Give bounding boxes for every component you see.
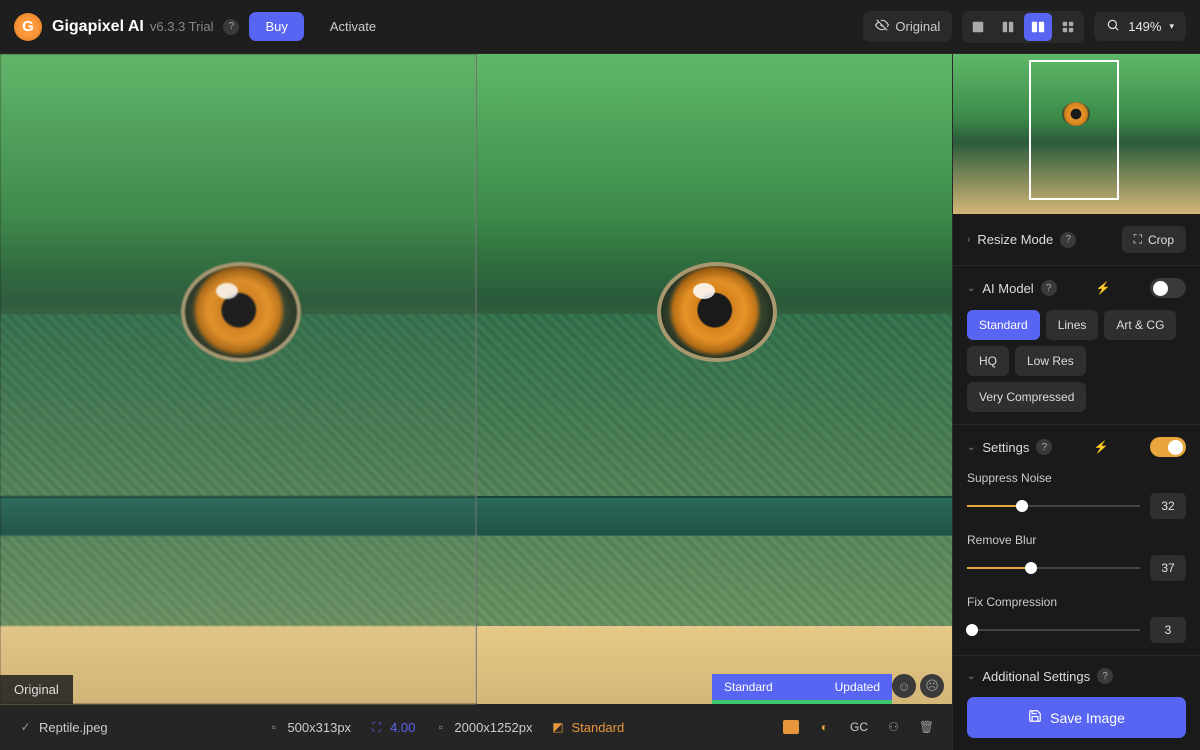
output-dims: ▫ 2000x1252px (433, 720, 532, 735)
app-name: Gigapixel AI (52, 18, 144, 36)
view-grid-button[interactable] (1054, 13, 1082, 41)
remove-blur-label: Remove Blur (967, 533, 1186, 547)
zoom-control[interactable]: 149% ▾ (1094, 12, 1186, 41)
resize-mode-header[interactable]: › Resize Mode ? ⛶ Crop (967, 226, 1186, 253)
feedback-sad-button[interactable]: ☹ (920, 674, 944, 698)
model-lines-button[interactable]: Lines (1046, 310, 1099, 340)
view-side-by-side-button[interactable] (1024, 13, 1052, 41)
gc-label: GC (850, 720, 868, 734)
filename: Reptile.jpeg (39, 720, 108, 735)
contrast-icon[interactable]: ◐ (817, 720, 832, 735)
remove-blur-value[interactable]: 37 (1150, 555, 1186, 581)
output-icon: ▫ (433, 720, 448, 735)
model-grid: Standard Lines Art & CG HQ Low Res Very … (967, 310, 1186, 412)
view-single-button[interactable] (964, 13, 992, 41)
viewport-indicator[interactable] (1029, 60, 1119, 200)
help-icon[interactable]: ? (223, 19, 239, 35)
help-icon[interactable]: ? (1097, 668, 1113, 684)
model-lowres-button[interactable]: Low Res (1015, 346, 1086, 376)
zoom-value: 149% (1128, 19, 1161, 34)
status-pill: Standard Updated (712, 674, 892, 704)
help-icon[interactable]: ? (1036, 439, 1052, 455)
buy-button[interactable]: Buy (249, 12, 303, 41)
original-dims: ▫ 500x313px (266, 720, 351, 735)
ai-model-auto-toggle[interactable] (1150, 278, 1186, 298)
pill-model-label: Standard (724, 680, 773, 694)
eye-off-icon (875, 18, 889, 35)
model-compressed-button[interactable]: Very Compressed (967, 382, 1086, 412)
expand-icon: ⛶ (369, 720, 384, 735)
original-pane (0, 54, 477, 704)
bottom-bar: ✓ Reptile.jpeg ▫ 500x313px ⛶ 4.00 ▫ 2000… (0, 704, 952, 750)
top-bar: G Gigapixel AI v6.3.3 Trial ? Buy Activa… (0, 0, 1200, 54)
additional-settings-header[interactable]: ⌄ Additional Settings ? (967, 668, 1186, 684)
chevron-down-icon: ⌄ (967, 442, 975, 453)
activate-button[interactable]: Activate (314, 12, 392, 41)
model-badge: ◩ Standard (550, 720, 624, 735)
ai-model-header[interactable]: ⌄ AI Model ? ⚡ (967, 278, 1186, 298)
save-icon (1028, 709, 1042, 726)
model-hq-button[interactable]: HQ (967, 346, 1009, 376)
zoom-icon (1106, 18, 1120, 35)
auto-icon: ⚡ (1094, 440, 1109, 454)
help-icon[interactable]: ? (1041, 280, 1057, 296)
settings-auto-toggle[interactable] (1150, 437, 1186, 457)
format-icon[interactable] (783, 720, 799, 734)
save-image-button[interactable]: Save Image (967, 697, 1186, 738)
remove-blur-slider[interactable] (967, 567, 1140, 569)
show-original-label: Original (895, 19, 940, 34)
progress-bar (712, 700, 892, 704)
suppress-noise-slider[interactable] (967, 505, 1140, 507)
view-mode-group (962, 11, 1084, 43)
fix-compression-label: Fix Compression (967, 595, 1186, 609)
delete-icon[interactable]: 🗑 (919, 720, 934, 735)
person-icon[interactable]: ⚇ (886, 720, 901, 735)
model-icon: ◩ (550, 720, 565, 735)
auto-icon: ⚡ (1096, 281, 1111, 295)
crop-button[interactable]: ⛶ Crop (1122, 226, 1186, 253)
suppress-noise-label: Suppress Noise (967, 471, 1186, 485)
help-icon[interactable]: ? (1060, 232, 1076, 248)
model-artcg-button[interactable]: Art & CG (1104, 310, 1176, 340)
fix-compression-slider[interactable] (967, 629, 1140, 631)
filename-item: ✓ Reptile.jpeg (18, 720, 108, 735)
split-view[interactable]: Original Standard Updated ☺ ☹ (0, 54, 952, 704)
scale-factor: ⛶ 4.00 (369, 720, 415, 735)
chevron-down-icon: ⌄ (967, 671, 975, 682)
show-original-button[interactable]: Original (863, 11, 952, 42)
thumbnail-navigator[interactable] (953, 54, 1200, 214)
pill-status-label: Updated (835, 680, 880, 694)
chevron-right-icon: › (967, 234, 970, 245)
image-icon: ▫ (266, 720, 281, 735)
fix-compression-value[interactable]: 3 (1150, 617, 1186, 643)
chevron-down-icon: ⌄ (967, 283, 975, 294)
original-label: Original (0, 675, 73, 704)
model-standard-button[interactable]: Standard (967, 310, 1040, 340)
check-icon: ✓ (18, 720, 33, 735)
view-split-button[interactable] (994, 13, 1022, 41)
preview-area: Original Standard Updated ☺ ☹ ✓ Reptile.… (0, 54, 952, 750)
settings-header[interactable]: ⌄ Settings ? ⚡ (967, 437, 1186, 457)
app-logo-icon: G (14, 13, 42, 41)
crop-icon: ⛶ (1134, 232, 1142, 247)
enhanced-pane (477, 54, 953, 704)
chevron-down-icon: ▾ (1169, 21, 1174, 32)
right-sidebar: › Resize Mode ? ⛶ Crop ⌄ AI Model ? ⚡ (952, 54, 1200, 750)
version-label: v6.3.3 Trial (150, 19, 214, 34)
feedback-happy-button[interactable]: ☺ (892, 674, 916, 698)
suppress-noise-value[interactable]: 32 (1150, 493, 1186, 519)
